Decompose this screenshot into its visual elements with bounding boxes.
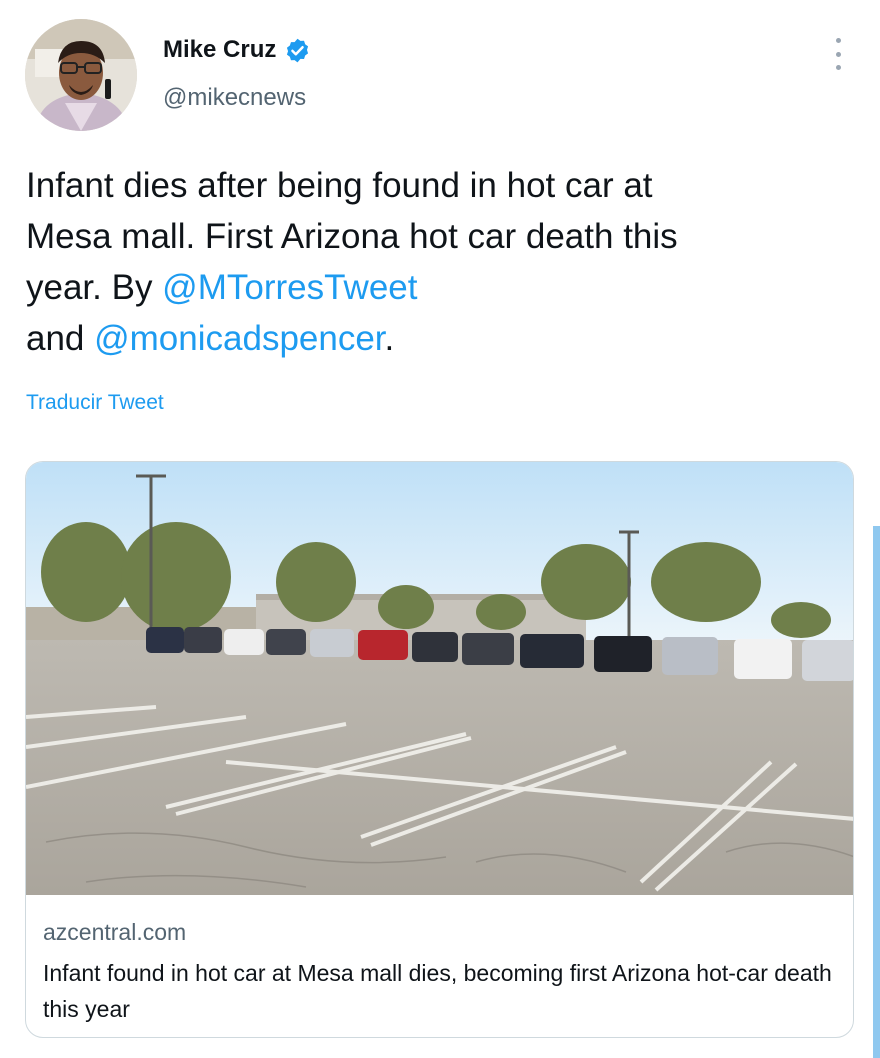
tweet-line: year. By @MTorresTweet xyxy=(26,262,846,313)
tweet-text: Infant dies after being found in hot car… xyxy=(26,160,846,364)
translate-tweet-link[interactable]: Traducir Tweet xyxy=(26,391,164,415)
link-preview-card[interactable]: azcentral.com Infant found in hot car at… xyxy=(25,461,854,1038)
menu-dot xyxy=(835,65,841,70)
tweet-line: Infant dies after being found in hot car… xyxy=(26,166,653,205)
card-title: Infant found in hot car at Mesa mall die… xyxy=(43,960,832,1022)
menu-dot xyxy=(835,38,841,43)
parking-lot-photo[interactable] xyxy=(26,462,853,895)
tweet-line: and @monicadspencer. xyxy=(26,313,846,364)
mention-link[interactable]: @monicadspencer xyxy=(94,319,384,358)
tweet-text-segment: . xyxy=(384,319,395,358)
avatar[interactable] xyxy=(25,19,137,131)
card-domain: azcentral.com xyxy=(43,919,187,945)
author-name-row[interactable]: Mike Cruz xyxy=(163,32,311,68)
tweet-text-segment: and xyxy=(26,319,95,358)
tweet-line: Mesa mall. First Arizona hot car death t… xyxy=(26,217,678,256)
author-display-name[interactable]: Mike Cruz xyxy=(163,36,276,64)
tweet-text-segment: year. By xyxy=(26,268,163,307)
menu-dot xyxy=(835,51,841,57)
scrollbar[interactable] xyxy=(873,526,880,1058)
verified-badge-icon xyxy=(284,37,311,64)
author-handle[interactable]: @mikecnews xyxy=(163,84,306,112)
mention-link[interactable]: @MTorresTweet xyxy=(162,268,417,307)
profile-photo xyxy=(25,19,137,131)
more-vertical-icon[interactable] xyxy=(826,34,850,74)
